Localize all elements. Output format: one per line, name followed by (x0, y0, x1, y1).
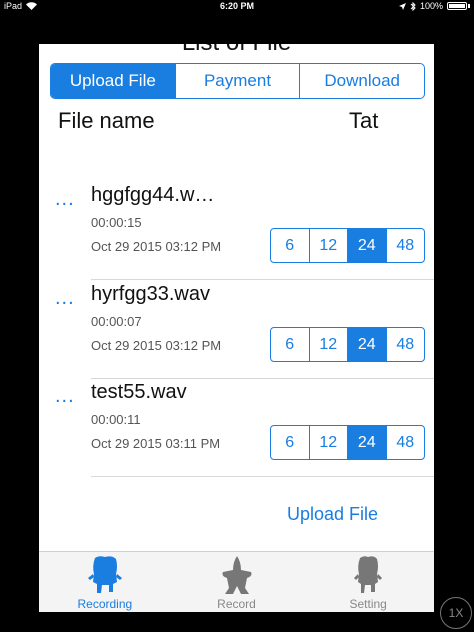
tat-option-6[interactable]: 6 (271, 229, 309, 262)
tab-recording[interactable]: Recording (39, 552, 171, 612)
row-divider (91, 476, 434, 477)
tab-setting[interactable]: Setting (302, 552, 434, 612)
status-right: 100% (398, 1, 470, 11)
tat-option-24[interactable]: 24 (347, 328, 386, 361)
location-icon (398, 2, 406, 10)
tat-option-12[interactable]: 12 (308, 426, 348, 459)
file-row: ... test55.wav 00:00:11 Oct 29 2015 03:1… (39, 379, 434, 477)
tat-selector: 6 12 24 48 (270, 327, 425, 362)
more-options-button[interactable]: ... (55, 385, 75, 408)
app-screen: List of File Upload File Payment Downloa… (39, 44, 434, 612)
bluetooth-icon (410, 1, 416, 11)
file-row: ... hggfgg44.w… 00:00:15 Oct 29 2015 03:… (39, 182, 434, 280)
tat-option-48[interactable]: 48 (385, 426, 425, 459)
tab-record[interactable]: Record (171, 552, 303, 612)
tat-option-12[interactable]: 12 (308, 328, 348, 361)
tat-selector: 6 12 24 48 (270, 425, 425, 460)
file-name: hggfgg44.w… (91, 184, 215, 206)
tat-option-6[interactable]: 6 (271, 426, 309, 459)
tat-selector: 6 12 24 48 (270, 228, 425, 263)
row-divider (91, 279, 434, 280)
file-duration: 00:00:07 (91, 314, 142, 329)
tab-label: Setting (349, 597, 387, 611)
page-title: List of File (39, 44, 434, 57)
sponge-character-icon (354, 556, 383, 593)
file-date: Oct 29 2015 03:12 PM (91, 239, 222, 254)
battery-icon (447, 2, 470, 10)
column-header-file-name: File name (58, 108, 155, 133)
starfish-character-icon (222, 556, 251, 594)
file-duration: 00:00:15 (91, 215, 142, 230)
tab-bar: Recording Record Setting (39, 551, 434, 612)
file-name: test55.wav (91, 381, 187, 403)
file-name: hyrfgg33.wav (91, 283, 210, 305)
file-date: Oct 29 2015 03:12 PM (91, 338, 222, 353)
tab-label: Record (217, 597, 256, 611)
battery-percent: 100% (419, 1, 443, 11)
mode-segmented-control: Upload File Payment Download (50, 63, 425, 99)
segment-upload-file[interactable]: Upload File (51, 64, 175, 98)
tat-option-6[interactable]: 6 (271, 328, 309, 361)
tat-option-48[interactable]: 48 (385, 328, 425, 361)
sponge-character-icon (87, 556, 122, 593)
tat-option-24[interactable]: 24 (347, 229, 386, 262)
tat-option-48[interactable]: 48 (385, 229, 425, 262)
zoom-button[interactable]: 1X (440, 597, 472, 629)
upload-file-link[interactable]: Upload File (287, 504, 378, 525)
file-row: ... hyrfgg33.wav 00:00:07 Oct 29 2015 03… (39, 281, 434, 379)
segment-download[interactable]: Download (299, 64, 424, 98)
tat-option-12[interactable]: 12 (308, 229, 348, 262)
tab-label: Recording (77, 597, 133, 611)
segment-payment[interactable]: Payment (174, 64, 300, 98)
more-options-button[interactable]: ... (55, 287, 75, 310)
file-duration: 00:00:11 (91, 412, 141, 427)
more-options-button[interactable]: ... (55, 188, 75, 211)
tat-option-24[interactable]: 24 (347, 426, 386, 459)
status-bar: iPad 6:20 PM 100% (0, 0, 474, 14)
column-header-tat: Tat (349, 108, 379, 133)
file-date: Oct 29 2015 03:11 PM (91, 436, 221, 451)
